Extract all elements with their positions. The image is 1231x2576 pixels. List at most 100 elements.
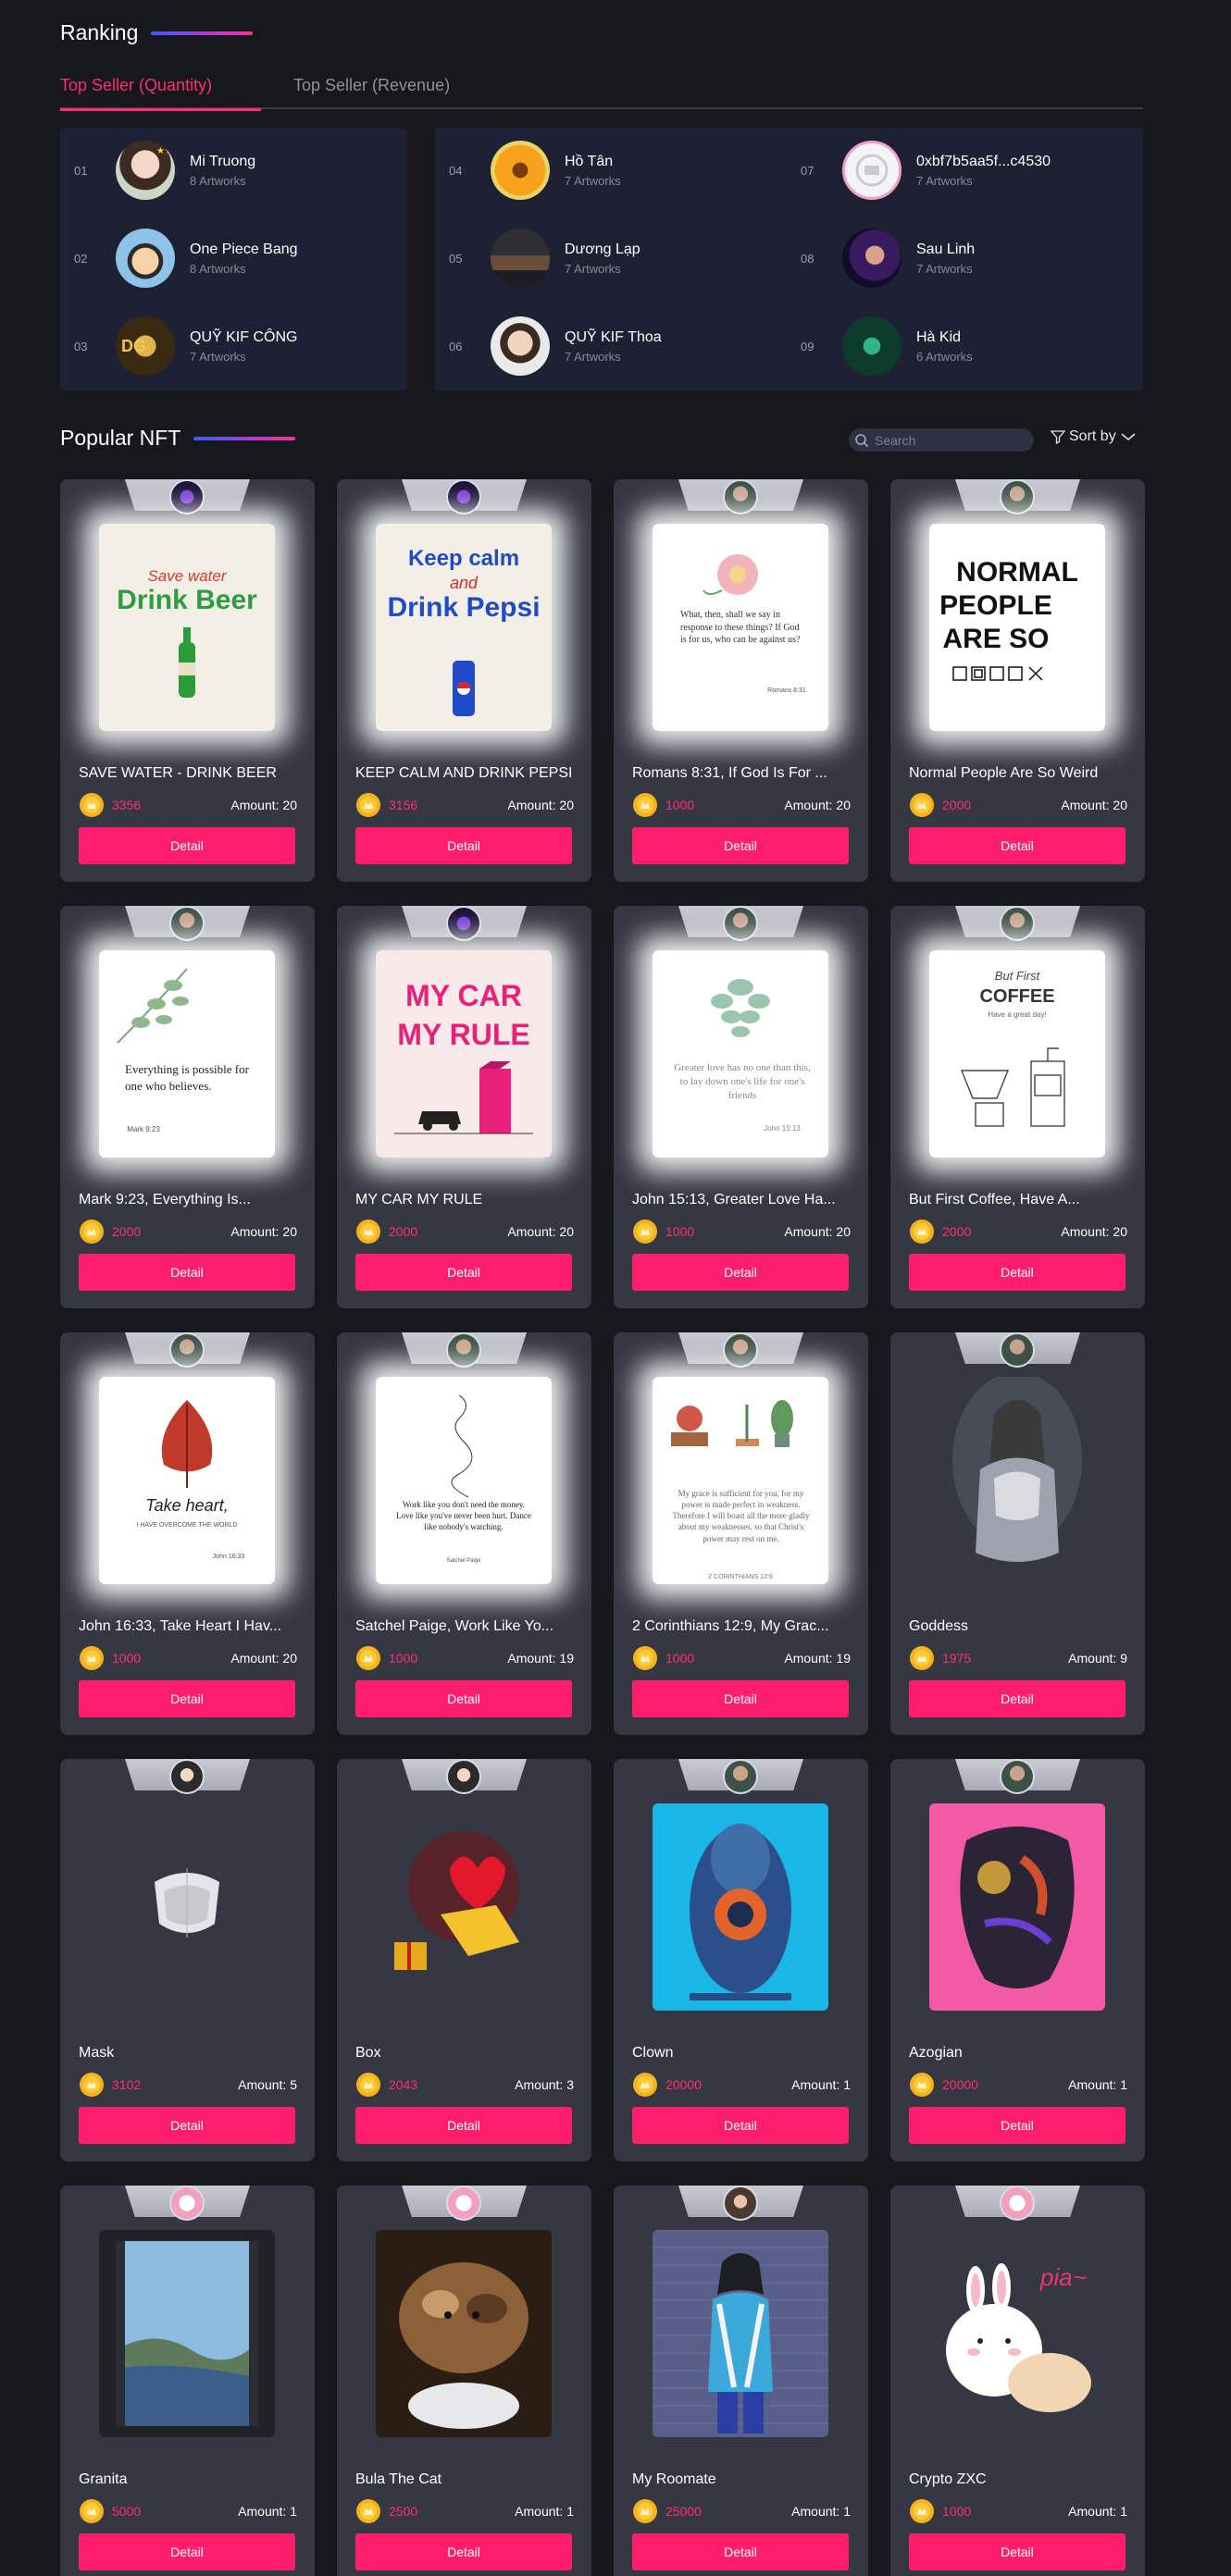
- tab-top-seller-quantity[interactable]: Top Seller (Quantity): [60, 76, 261, 111]
- nft-image[interactable]: [376, 2230, 552, 2437]
- nft-card[interactable]: Greater love has no one than this, to la…: [614, 906, 868, 1308]
- nft-card[interactable]: Mask 3102 Amount: 5 Detail: [60, 1759, 315, 2161]
- nft-card[interactable]: My grace is sufficient for you, for my p…: [614, 1332, 868, 1735]
- seller-avatar: [491, 229, 550, 288]
- nft-card[interactable]: What, then, shall we say in response to …: [614, 479, 868, 882]
- art-text: Keep calm: [408, 546, 519, 571]
- nft-title: John 15:13, Greater Love Ha...: [632, 1192, 836, 1208]
- detail-button[interactable]: Detail: [79, 1254, 295, 1291]
- nft-image[interactable]: Greater love has no one than this, to la…: [653, 950, 828, 1158]
- detail-button[interactable]: Detail: [355, 1254, 572, 1291]
- detail-button[interactable]: Detail: [632, 2107, 849, 2144]
- detail-button[interactable]: Detail: [909, 2533, 1125, 2570]
- sort-by-dropdown[interactable]: Sort by: [1047, 428, 1140, 445]
- nft-image[interactable]: Save water Drink Beer: [99, 524, 275, 731]
- nft-price: 2000: [112, 1224, 142, 1239]
- nft-card[interactable]: NORMAL PEOPLE ARE SO Normal People Are So …: [890, 479, 1145, 882]
- nft-image[interactable]: [653, 2230, 828, 2437]
- art-text: 2 CORINTHIANS 12:9: [708, 1574, 773, 1580]
- coin-icon: [633, 1646, 657, 1670]
- detail-button[interactable]: Detail: [355, 827, 572, 864]
- nft-title: Romans 8:31, If God Is For ...: [632, 765, 827, 781]
- detail-button[interactable]: Detail: [632, 2533, 849, 2570]
- creator-avatar: [1000, 906, 1035, 941]
- detail-button[interactable]: Detail: [632, 1254, 849, 1291]
- filter-icon: [1051, 430, 1065, 444]
- art-text: What, then, shall we say in response to …: [680, 610, 801, 645]
- seller-item[interactable]: 02 One Piece Bang 8 Artworks: [60, 226, 298, 291]
- nft-card[interactable]: Clown 20000 Amount: 1 Detail: [614, 1759, 868, 2161]
- seller-name: Sau Linh: [916, 241, 976, 257]
- detail-button[interactable]: Detail: [355, 2533, 572, 2570]
- nft-image[interactable]: [929, 1803, 1105, 2011]
- detail-button[interactable]: Detail: [909, 1680, 1125, 1717]
- seller-item[interactable]: 07 0xbf7b5aa5f...c4530 7 Artworks: [787, 138, 1051, 203]
- nft-card[interactable]: Box 2043 Amount: 3 Detail: [337, 1759, 591, 2161]
- seller-item[interactable]: 05 Dương Lạp 7 Artworks: [435, 226, 640, 291]
- nft-image[interactable]: MY CAR MY RULE: [376, 950, 552, 1158]
- nft-amount: Amount: 1: [238, 2504, 297, 2519]
- nft-card[interactable]: Save water Drink Beer SAVE WATER - DRINK …: [60, 479, 315, 882]
- search-box: [849, 428, 1034, 452]
- nft-amount: Amount: 20: [1061, 1224, 1127, 1239]
- nft-image[interactable]: [99, 1803, 275, 2011]
- detail-button[interactable]: Detail: [355, 1680, 572, 1717]
- nft-image[interactable]: [99, 2230, 275, 2437]
- nft-image[interactable]: [929, 1377, 1105, 1584]
- seller-item[interactable]: 04 Hồ Tân 7 Artworks: [435, 138, 621, 203]
- nft-title: John 16:33, Take Heart I Hav...: [79, 1618, 282, 1634]
- price-row: 3156 Amount: 20: [355, 791, 574, 819]
- nft-image[interactable]: But First COFFEE Have a great day!: [929, 950, 1105, 1158]
- nft-card[interactable]: Bula The Cat 2500 Amount: 1 Detail: [337, 2186, 591, 2576]
- detail-button[interactable]: Detail: [79, 827, 295, 864]
- nft-image[interactable]: NORMAL PEOPLE ARE SO: [929, 524, 1105, 731]
- tab-top-seller-revenue[interactable]: Top Seller (Revenue): [293, 76, 450, 95]
- nft-image[interactable]: pia~: [929, 2230, 1105, 2437]
- nft-card[interactable]: Everything is possible for one who belie…: [60, 906, 315, 1308]
- nft-card[interactable]: My Roomate 25000 Amount: 1 Detail: [614, 2186, 868, 2576]
- nft-image[interactable]: What, then, shall we say in response to …: [653, 524, 828, 731]
- price-row: 1000 Amount: 20: [632, 791, 851, 819]
- nft-card[interactable]: Azogian 20000 Amount: 1 Detail: [890, 1759, 1145, 2161]
- nft-image[interactable]: [376, 1803, 552, 2011]
- nft-card[interactable]: Goddess 1975 Amount: 9 Detail: [890, 1332, 1145, 1735]
- nft-card[interactable]: Take heart, I HAVE OVERCOME THE WORLD John…: [60, 1332, 315, 1735]
- art-text: But First: [995, 969, 1041, 983]
- seller-item[interactable]: 08 Sau Linh 7 Artworks: [787, 226, 975, 291]
- detail-button[interactable]: Detail: [632, 1680, 849, 1717]
- seller-item[interactable]: 09 Hà Kid 6 Artworks: [787, 314, 973, 378]
- nft-card[interactable]: Keep calm and Drink Pepsi KEEP CALM AND DR…: [337, 479, 591, 882]
- ranking-title: Ranking: [60, 20, 254, 45]
- nft-card[interactable]: MY CAR MY RULE MY CAR MY RULE 2000 Amount…: [337, 906, 591, 1308]
- detail-button[interactable]: Detail: [909, 1254, 1125, 1291]
- nft-image[interactable]: [653, 1803, 828, 2011]
- detail-button[interactable]: Detail: [355, 2107, 572, 2144]
- nft-image[interactable]: My grace is sufficient for you, for my p…: [653, 1377, 828, 1584]
- detail-button[interactable]: Detail: [79, 2533, 295, 2570]
- detail-button[interactable]: Detail: [632, 827, 849, 864]
- coin-icon: [80, 1646, 104, 1670]
- nft-card[interactable]: Granita 5000 Amount: 1 Detail: [60, 2186, 315, 2576]
- nft-title: MY CAR MY RULE: [355, 1192, 483, 1208]
- search-input[interactable]: [875, 432, 1032, 448]
- nft-card[interactable]: But First COFFEE Have a great day! But Fir…: [890, 906, 1145, 1308]
- nft-image[interactable]: Work like you don't need the money. Love…: [376, 1377, 552, 1584]
- ranking-panel-left: 01 ★★★ Mi Truong 8 Artworks 02 One Piece…: [60, 128, 407, 390]
- detail-button[interactable]: Detail: [909, 2107, 1125, 2144]
- seller-avatar: [842, 316, 901, 376]
- nft-image[interactable]: Take heart, I HAVE OVERCOME THE WORLD John…: [99, 1377, 275, 1584]
- seller-item[interactable]: 06 QUỸ KIF Thoa 7 Artworks: [435, 314, 662, 378]
- seller-avatar: ★★★: [116, 141, 175, 200]
- detail-button[interactable]: Detail: [79, 1680, 295, 1717]
- seller-item[interactable]: 01 ★★★ Mi Truong 8 Artworks: [60, 138, 255, 203]
- creator-avatar: [1000, 2186, 1035, 2221]
- nft-image[interactable]: Keep calm and Drink Pepsi: [376, 524, 552, 731]
- seller-item[interactable]: 03 DG QUỸ KIF CÔNG 7 Artworks: [60, 314, 297, 378]
- nft-card[interactable]: pia~ Crypto ZXC 1000 Amount: 1 Detail: [890, 2186, 1145, 2576]
- detail-button[interactable]: Detail: [79, 2107, 295, 2144]
- coin-icon: [910, 793, 934, 817]
- art-text: John 15:13: [764, 1124, 801, 1133]
- detail-button[interactable]: Detail: [909, 827, 1125, 864]
- nft-card[interactable]: Work like you don't need the money. Love…: [337, 1332, 591, 1735]
- nft-image[interactable]: Everything is possible for one who belie…: [99, 950, 275, 1158]
